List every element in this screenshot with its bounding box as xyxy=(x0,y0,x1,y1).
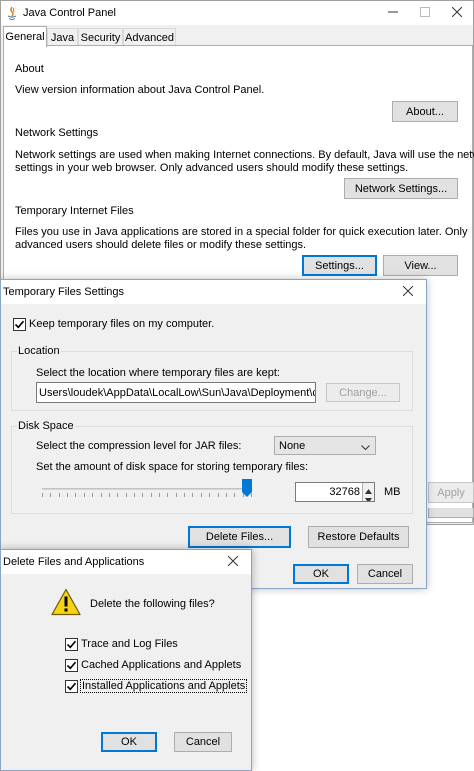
trace-log-files-label: Trace and Log Files xyxy=(81,638,178,650)
slider-tick xyxy=(167,493,168,497)
slider-ticks xyxy=(42,493,252,499)
compression-select[interactable]: None xyxy=(274,436,376,455)
disk-amount-label: Set the amount of disk space for storing… xyxy=(36,461,309,473)
checkmark-icon xyxy=(66,682,77,691)
slider-tick xyxy=(117,493,118,497)
slider-tick xyxy=(42,493,43,497)
keep-temp-files-label: Keep temporary files on my computer. xyxy=(29,318,215,330)
main-titlebar[interactable]: Java Control Panel xyxy=(1,1,473,25)
network-settings-button[interactable]: Network Settings... xyxy=(344,178,458,199)
slider-tick xyxy=(209,493,210,497)
close-icon[interactable] xyxy=(441,1,473,23)
slider-tick xyxy=(134,493,135,497)
checkmark-icon xyxy=(66,661,77,670)
slider-tick xyxy=(201,493,202,497)
slider-tick xyxy=(92,493,93,497)
disk-unit-label: MB xyxy=(384,486,401,498)
installed-apps-label: Installed Applications and Applets xyxy=(80,679,248,693)
warning-icon xyxy=(51,588,81,616)
slider-tick xyxy=(192,493,193,497)
delete-cancel-button[interactable]: Cancel xyxy=(174,732,232,752)
slider-tick xyxy=(109,493,110,497)
slider-tick xyxy=(84,493,85,497)
slider-tick xyxy=(151,493,152,497)
delete-dialog-title: Delete Files and Applications xyxy=(3,556,145,568)
cached-apps-label: Cached Applications and Applets xyxy=(81,659,242,671)
compression-selected-value: None xyxy=(279,439,306,452)
delete-dialog-titlebar[interactable]: Delete Files and Applications xyxy=(1,550,251,574)
close-icon[interactable] xyxy=(392,280,424,302)
installed-apps-checkbox[interactable] xyxy=(65,680,78,693)
maximize-icon[interactable] xyxy=(409,1,441,23)
temp-ok-button[interactable]: OK xyxy=(293,564,349,584)
temp-files-heading: Temporary Internet Files xyxy=(15,205,134,217)
checkmark-icon xyxy=(14,320,25,329)
about-description: View version information about Java Cont… xyxy=(15,84,265,96)
network-description-line2: settings in your web browser. Only advan… xyxy=(15,162,409,174)
slider-tick xyxy=(226,493,227,497)
slider-tick xyxy=(50,493,51,497)
location-path-field[interactable]: Users\loudek\AppData\LocalLow\Sun\Java\D… xyxy=(36,382,316,403)
about-button[interactable]: About... xyxy=(392,101,458,122)
checkmark-icon xyxy=(66,640,77,649)
temp-settings-title: Temporary Files Settings xyxy=(3,286,125,298)
slider-tick xyxy=(126,493,127,497)
close-icon[interactable] xyxy=(217,550,249,572)
restore-defaults-button[interactable]: Restore Defaults xyxy=(308,526,409,548)
trace-log-files-checkbox[interactable] xyxy=(65,638,78,651)
tab-general[interactable]: General xyxy=(3,26,47,47)
disk-amount-value: 32768 xyxy=(329,486,360,498)
spinner-arrows[interactable] xyxy=(362,483,374,501)
temp-settings-button[interactable]: Settings... xyxy=(302,255,377,276)
slider-tick xyxy=(67,493,68,497)
network-settings-heading: Network Settings xyxy=(15,127,99,139)
minimize-icon[interactable] xyxy=(377,1,409,23)
temp-cancel-button[interactable]: Cancel xyxy=(357,564,413,584)
network-description-line1: Network settings are used when making In… xyxy=(15,149,474,161)
temp-description-line1: Files you use in Java applications are s… xyxy=(15,226,468,238)
disk-space-group: Disk Space Select the compression level … xyxy=(11,420,413,514)
delete-ok-button[interactable]: OK xyxy=(101,732,157,752)
chevron-down-icon xyxy=(361,442,370,454)
temp-view-button[interactable]: View... xyxy=(383,255,458,276)
slider-tick xyxy=(75,493,76,497)
location-path-text: Users\loudek\AppData\LocalLow\Sun\Java\D… xyxy=(39,386,316,399)
change-location-button[interactable]: Change... xyxy=(326,383,400,402)
bottom-button-edge xyxy=(428,508,474,518)
disk-space-legend: Disk Space xyxy=(17,420,75,432)
slider-track xyxy=(42,488,252,490)
tab-advanced[interactable]: Advanced xyxy=(123,28,176,46)
keep-temp-files-checkbox[interactable] xyxy=(13,318,26,331)
slider-tick xyxy=(184,493,185,497)
delete-files-dialog: Delete Files and Applications Delete the… xyxy=(0,549,252,771)
temp-description-line2: advanced users should delete files or mo… xyxy=(15,239,307,251)
tab-security[interactable]: Security xyxy=(78,28,123,46)
slider-tick xyxy=(159,493,160,497)
temp-settings-titlebar[interactable]: Temporary Files Settings xyxy=(1,280,426,304)
disk-space-slider[interactable] xyxy=(42,477,252,503)
location-group: Location Select the location where tempo… xyxy=(11,345,413,411)
main-window-title: Java Control Panel xyxy=(23,7,116,19)
slider-tick xyxy=(176,493,177,497)
cached-apps-checkbox[interactable] xyxy=(65,659,78,672)
slider-tick xyxy=(142,493,143,497)
slider-tick xyxy=(218,493,219,497)
delete-files-button[interactable]: Delete Files... xyxy=(188,526,291,548)
compression-label: Select the compression level for JAR fil… xyxy=(36,440,242,452)
slider-tick xyxy=(101,493,102,497)
location-prompt: Select the location where temporary file… xyxy=(36,367,280,379)
slider-thumb[interactable] xyxy=(242,479,252,497)
temporary-files-settings-dialog: Temporary Files Settings Keep temporary … xyxy=(0,279,427,589)
spinner-down-icon[interactable] xyxy=(365,494,372,501)
tab-java[interactable]: Java xyxy=(47,28,78,46)
apply-button[interactable]: Apply xyxy=(428,482,474,503)
slider-tick xyxy=(59,493,60,497)
delete-prompt: Delete the following files? xyxy=(90,598,215,610)
location-legend: Location xyxy=(17,345,61,357)
about-heading: About xyxy=(15,63,44,75)
java-logo-icon xyxy=(5,5,19,21)
disk-amount-field[interactable]: 32768 xyxy=(295,482,375,502)
slider-tick xyxy=(234,493,235,497)
